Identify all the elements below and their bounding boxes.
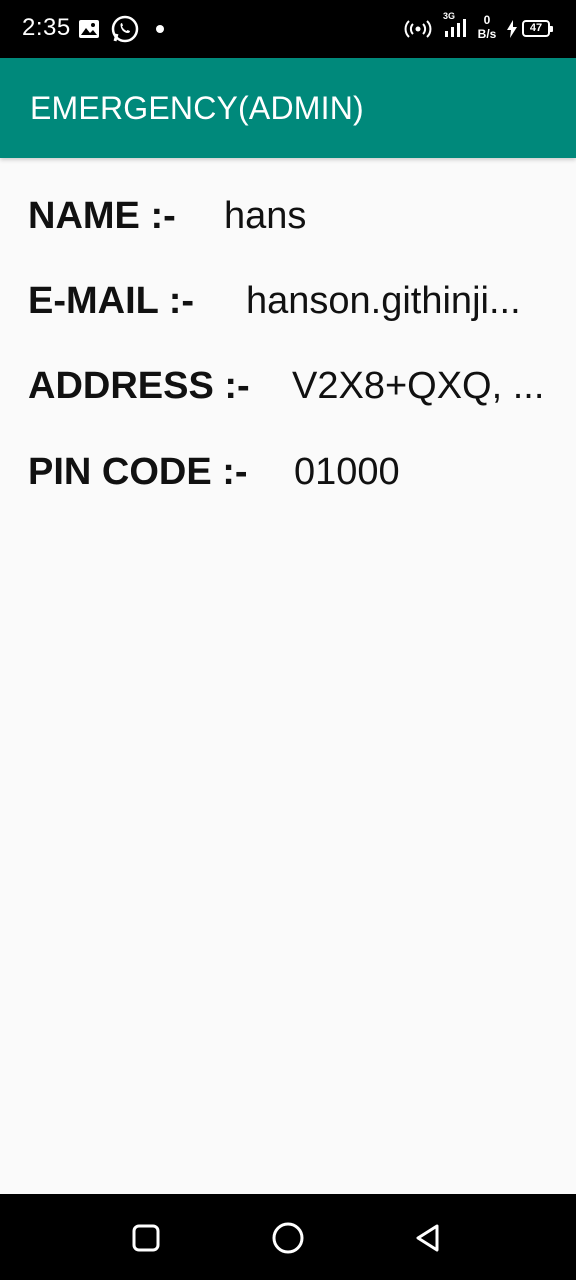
- recent-apps-icon[interactable]: [128, 1220, 164, 1256]
- detail-row-pin-code: PIN CODE :- 01000: [28, 451, 558, 501]
- net-speed: 0 B/s: [476, 13, 498, 41]
- status-time: 2:35: [22, 14, 71, 41]
- address-value: V2X8+QXQ, ...: [292, 365, 545, 407]
- net-speed-unit: B/s: [477, 27, 497, 41]
- detail-row-address: ADDRESS :- V2X8+QXQ, ...: [28, 365, 558, 415]
- email-label: E-MAIL :-: [28, 280, 195, 322]
- pin-code-value: 01000: [294, 451, 400, 493]
- battery-icon: 47: [522, 20, 553, 37]
- nav-bar: [0, 1194, 576, 1280]
- hotspot-icon: [403, 14, 433, 44]
- detail-row-name: NAME :- hans: [28, 195, 558, 245]
- charging-icon: [505, 14, 519, 44]
- name-label: NAME :-: [28, 195, 176, 237]
- notification-dot: [156, 25, 164, 33]
- home-icon[interactable]: [270, 1220, 306, 1256]
- back-icon[interactable]: [410, 1220, 446, 1256]
- status-bar: 2:35 3G 0 B/s 47: [0, 0, 576, 58]
- address-label: ADDRESS :-: [28, 365, 250, 407]
- whatsapp-icon: [110, 14, 140, 44]
- app-bar: EMERGENCY(ADMIN): [0, 58, 576, 158]
- image-icon: [78, 14, 100, 44]
- email-value: hanson.githinji...: [246, 280, 521, 322]
- name-value: hans: [224, 195, 307, 237]
- net-speed-value: 0: [483, 13, 491, 27]
- signal-icon: 3G: [441, 10, 471, 40]
- detail-row-email: E-MAIL :- hanson.githinji...: [28, 280, 558, 330]
- page-title: EMERGENCY(ADMIN): [30, 90, 364, 126]
- pin-code-label: PIN CODE :-: [28, 451, 248, 493]
- battery-level: 47: [529, 22, 543, 34]
- network-type: 3G: [443, 11, 455, 21]
- screen: 2:35 3G 0 B/s 47 EMERGENCY(ADMIN) NAME:…: [0, 0, 576, 1280]
